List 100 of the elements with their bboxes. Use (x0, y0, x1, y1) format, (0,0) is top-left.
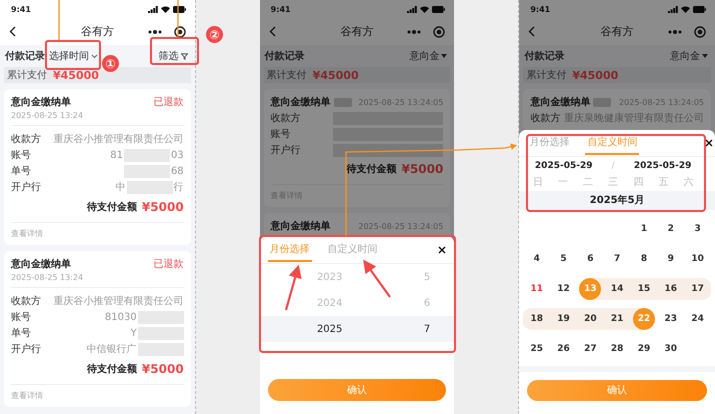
field-label: 开户行 (270, 144, 301, 157)
close-icon[interactable] (438, 246, 446, 254)
signal-icon (668, 6, 678, 12)
highlight-frame (45, 40, 101, 70)
battery-icon (693, 6, 706, 12)
more-icon[interactable] (148, 30, 162, 34)
summary-label: 累计支付 (526, 68, 566, 82)
weekday-label: 四 (632, 176, 644, 189)
amount-label: 待支付金额 (86, 362, 137, 376)
calendar-day[interactable]: 11 (526, 278, 548, 300)
status-time: 9:41 (530, 4, 550, 14)
record-icon[interactable] (174, 26, 186, 38)
caret-icon (441, 54, 448, 58)
amount-value: ¥5000 (142, 200, 184, 214)
weekday-label: 日 (532, 176, 544, 189)
calendar-day[interactable]: 5 (552, 248, 575, 270)
calendar-day[interactable]: 23 (660, 308, 682, 330)
card-date: 2025-08-25 13:24:05 (358, 98, 444, 106)
calendar-day[interactable]: 29 (632, 338, 655, 360)
battery-icon (432, 6, 446, 12)
calendar-day[interactable]: 24 (686, 308, 709, 330)
field-label: 单号 (11, 326, 31, 340)
amount-label: 待支付金额 (346, 162, 397, 176)
field-value: 行 (174, 181, 184, 194)
calendar-day[interactable]: 7 (606, 248, 628, 270)
calendar-day[interactable]: 30 (660, 338, 682, 360)
weekday-label: 一 (556, 176, 569, 189)
field-value: Y (130, 328, 137, 338)
calendar-day[interactable]: 28 (606, 338, 628, 360)
calendar-day[interactable]: 27 (579, 338, 602, 360)
card-title: 意向金缴纳单 (270, 96, 331, 109)
year-option[interactable]: 2025 (260, 324, 380, 334)
caret-icon (702, 54, 708, 58)
calendar-day[interactable]: 12 (552, 278, 575, 300)
field-label: 收款方 (530, 112, 560, 125)
signal-icon (407, 6, 418, 12)
card-title: 意向金缴纳单 (530, 96, 590, 109)
field-value: 68 (170, 166, 184, 176)
calendar-day[interactable]: 3 (686, 218, 709, 240)
wifi-icon (160, 6, 170, 12)
calendar-day[interactable]: 1 (632, 218, 655, 240)
card-title: 意向金缴纳单 (11, 258, 71, 271)
field-value: 81 (110, 150, 123, 160)
section-title: 付款记录 (524, 50, 564, 63)
calendar-day[interactable]: 25 (526, 338, 548, 360)
weekday-label: 三 (607, 176, 620, 189)
amount-value: ¥5000 (142, 362, 184, 376)
section-title: 付款记录 (5, 50, 45, 63)
field-label: 开户行 (11, 342, 41, 356)
nav-title: 谷有方 (80, 24, 115, 39)
filter-button[interactable]: 筛选 (158, 49, 189, 63)
close-icon[interactable] (705, 139, 714, 148)
status-time: 9:41 (270, 4, 291, 14)
card-date: 2025-08-25 13:24:05 (358, 222, 444, 230)
month-title: 2025年5月 (590, 194, 645, 208)
field-label: 账号 (11, 310, 31, 324)
step-marker: ② (206, 26, 223, 43)
filter-icon (180, 52, 188, 60)
calendar-day[interactable]: 10 (686, 248, 709, 270)
calendar-day[interactable]: 8 (632, 248, 655, 270)
summary-label: 累计支付 (7, 68, 47, 82)
field-label: 收款方 (270, 112, 301, 125)
field-label: 单号 (11, 164, 31, 178)
wifi-icon (681, 6, 690, 12)
date-separator: / (612, 160, 615, 171)
field-label: 开户行 (11, 180, 41, 194)
card-title: 意向金缴纳单 (11, 96, 71, 109)
type-filter[interactable]: 意向金 (669, 49, 710, 63)
summary-amount: ¥45000 (572, 68, 618, 82)
pointer-arrow (363, 260, 391, 298)
summary-amount: ¥45000 (312, 68, 359, 82)
wifi-icon (420, 6, 430, 12)
calendar-day[interactable]: 2 (660, 218, 682, 240)
weekday-label: 六 (682, 176, 694, 189)
calendar-day[interactable]: 9 (660, 248, 682, 270)
leader-line (177, 0, 179, 38)
end-date[interactable]: 2025-05-29 (634, 160, 692, 171)
start-date[interactable]: 2025-05-29 (534, 160, 592, 171)
summary-label: 累计支付 (266, 68, 307, 82)
time-filter[interactable]: 选择时间 (48, 49, 99, 63)
weekday-label: 五 (657, 176, 670, 189)
type-filter[interactable]: 意向金 (408, 49, 448, 63)
field-value: 中信银行广 (86, 342, 137, 356)
back-icon[interactable] (9, 26, 16, 37)
calendar-day[interactable]: 6 (579, 248, 602, 270)
month-option[interactable]: 7 (380, 324, 454, 334)
field-label: 收款方 (11, 294, 41, 308)
picker-row[interactable]: 2025 7 (260, 316, 454, 342)
calendar-day[interactable]: 4 (526, 248, 548, 270)
status-label: 已退款 (154, 258, 184, 271)
highlight-frame (150, 37, 199, 65)
status-time: 9:41 (11, 4, 31, 14)
section-title: 付款记录 (264, 50, 305, 63)
field-value: 重庆谷小推管理有限责任公司 (54, 132, 184, 146)
calendar-day[interactable]: 26 (552, 338, 575, 360)
status-tag (593, 98, 612, 106)
field-value: 03 (170, 150, 184, 160)
leader-line (58, 0, 60, 41)
field-label: 收款方 (11, 132, 41, 146)
caret-icon (91, 54, 98, 58)
